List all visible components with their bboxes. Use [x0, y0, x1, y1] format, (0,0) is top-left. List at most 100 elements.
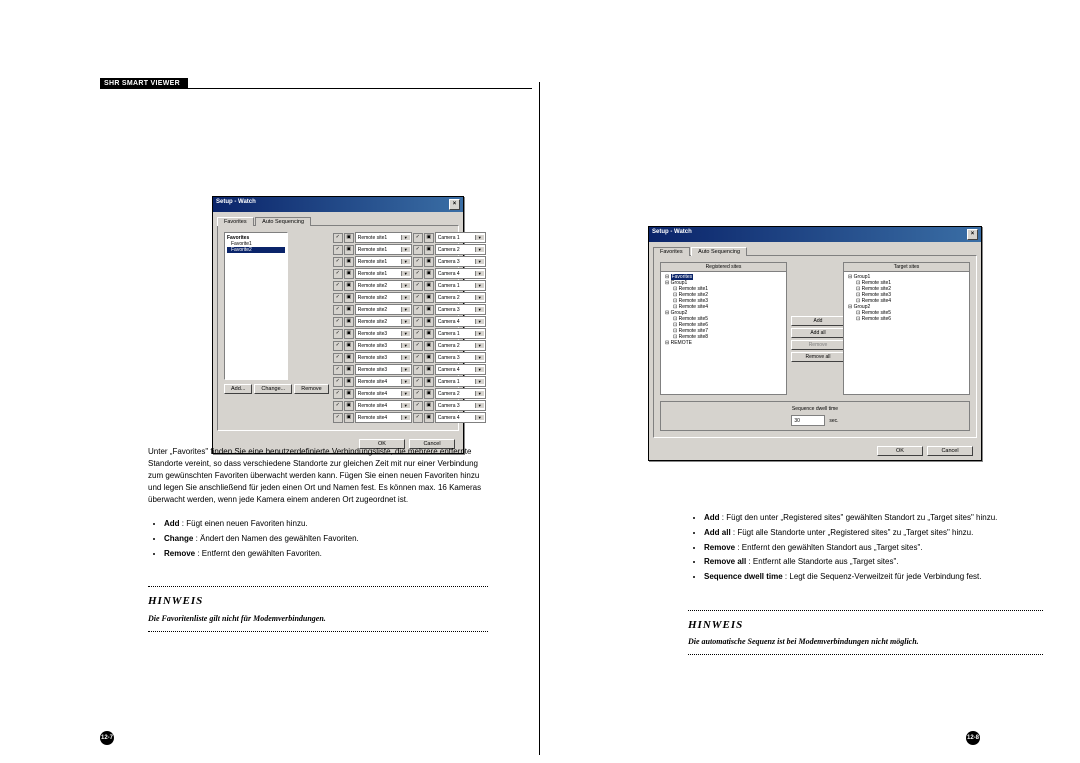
- enable-checkbox[interactable]: ✓: [413, 377, 423, 387]
- site-dropdown[interactable]: Remote site3▼: [355, 328, 412, 339]
- icon-button[interactable]: ▣: [344, 257, 354, 267]
- icon-button[interactable]: ▣: [344, 389, 354, 399]
- icon-button[interactable]: ▣: [344, 341, 354, 351]
- remove-all-button[interactable]: Remove all: [791, 352, 845, 362]
- camera-dropdown[interactable]: Camera 2▼: [435, 244, 486, 255]
- site-dropdown[interactable]: Remote site4▼: [355, 376, 412, 387]
- icon-button[interactable]: ▣: [424, 353, 434, 363]
- enable-checkbox[interactable]: ✓: [333, 269, 343, 279]
- remove-button[interactable]: Remove: [294, 384, 328, 394]
- enable-checkbox[interactable]: ✓: [333, 401, 343, 411]
- icon-button[interactable]: ▣: [424, 233, 434, 243]
- icon-button[interactable]: ▣: [424, 293, 434, 303]
- cancel-button[interactable]: Cancel: [927, 446, 973, 456]
- icon-button[interactable]: ▣: [344, 233, 354, 243]
- close-icon[interactable]: ×: [449, 199, 460, 210]
- enable-checkbox[interactable]: ✓: [413, 245, 423, 255]
- icon-button[interactable]: ▣: [344, 401, 354, 411]
- dwell-value-input[interactable]: 30: [791, 415, 825, 426]
- enable-checkbox[interactable]: ✓: [413, 413, 423, 423]
- enable-checkbox[interactable]: ✓: [413, 389, 423, 399]
- camera-dropdown[interactable]: Camera 1▼: [435, 328, 486, 339]
- icon-button[interactable]: ▣: [344, 329, 354, 339]
- enable-checkbox[interactable]: ✓: [333, 353, 343, 363]
- icon-button[interactable]: ▣: [344, 305, 354, 315]
- camera-dropdown[interactable]: Camera 1▼: [435, 376, 486, 387]
- enable-checkbox[interactable]: ✓: [413, 293, 423, 303]
- icon-button[interactable]: ▣: [424, 413, 434, 423]
- registered-sites-tree[interactable]: ⊟ Favorites⊟ Group1⊡ Remote site1⊡ Remot…: [660, 271, 787, 395]
- enable-checkbox[interactable]: ✓: [333, 329, 343, 339]
- site-dropdown[interactable]: Remote site2▼: [355, 304, 412, 315]
- enable-checkbox[interactable]: ✓: [333, 257, 343, 267]
- site-dropdown[interactable]: Remote site1▼: [355, 256, 412, 267]
- enable-checkbox[interactable]: ✓: [333, 281, 343, 291]
- tab-favorites[interactable]: Favorites: [217, 217, 254, 226]
- icon-button[interactable]: ▣: [344, 269, 354, 279]
- site-dropdown[interactable]: Remote site3▼: [355, 364, 412, 375]
- close-icon[interactable]: ×: [967, 229, 978, 240]
- camera-dropdown[interactable]: Camera 4▼: [435, 268, 486, 279]
- camera-dropdown[interactable]: Camera 3▼: [435, 352, 486, 363]
- enable-checkbox[interactable]: ✓: [413, 233, 423, 243]
- enable-checkbox[interactable]: ✓: [333, 245, 343, 255]
- icon-button[interactable]: ▣: [424, 401, 434, 411]
- site-dropdown[interactable]: Remote site1▼: [355, 232, 412, 243]
- favorite-item[interactable]: Favorite2: [227, 247, 285, 253]
- icon-button[interactable]: ▣: [424, 341, 434, 351]
- icon-button[interactable]: ▣: [344, 281, 354, 291]
- change-button[interactable]: Change...: [254, 384, 292, 394]
- target-sites-tree[interactable]: ⊟ Group1⊡ Remote site1⊡ Remote site2⊡ Re…: [843, 271, 970, 395]
- enable-checkbox[interactable]: ✓: [333, 293, 343, 303]
- camera-dropdown[interactable]: Camera 4▼: [435, 316, 486, 327]
- icon-button[interactable]: ▣: [424, 329, 434, 339]
- icon-button[interactable]: ▣: [424, 305, 434, 315]
- site-dropdown[interactable]: Remote site1▼: [355, 244, 412, 255]
- enable-checkbox[interactable]: ✓: [413, 341, 423, 351]
- site-dropdown[interactable]: Remote site4▼: [355, 412, 412, 423]
- camera-dropdown[interactable]: Camera 3▼: [435, 400, 486, 411]
- icon-button[interactable]: ▣: [424, 245, 434, 255]
- enable-checkbox[interactable]: ✓: [413, 401, 423, 411]
- icon-button[interactable]: ▣: [424, 389, 434, 399]
- enable-checkbox[interactable]: ✓: [413, 353, 423, 363]
- camera-dropdown[interactable]: Camera 3▼: [435, 304, 486, 315]
- camera-dropdown[interactable]: Camera 3▼: [435, 256, 486, 267]
- tree-item[interactable]: ⊡ Remote site6: [846, 316, 967, 322]
- site-dropdown[interactable]: Remote site4▼: [355, 400, 412, 411]
- remove-button[interactable]: Remove: [791, 340, 845, 350]
- icon-button[interactable]: ▣: [344, 317, 354, 327]
- site-dropdown[interactable]: Remote site3▼: [355, 352, 412, 363]
- icon-button[interactable]: ▣: [424, 317, 434, 327]
- add-button[interactable]: Add...: [224, 384, 252, 394]
- tree-item[interactable]: ⊟ REMOTE: [663, 340, 784, 346]
- enable-checkbox[interactable]: ✓: [413, 269, 423, 279]
- icon-button[interactable]: ▣: [424, 257, 434, 267]
- enable-checkbox[interactable]: ✓: [333, 341, 343, 351]
- icon-button[interactable]: ▣: [424, 365, 434, 375]
- enable-checkbox[interactable]: ✓: [413, 305, 423, 315]
- add-all-button[interactable]: Add all: [791, 328, 845, 338]
- enable-checkbox[interactable]: ✓: [333, 365, 343, 375]
- ok-button[interactable]: OK: [877, 446, 923, 456]
- site-dropdown[interactable]: Remote site3▼: [355, 340, 412, 351]
- icon-button[interactable]: ▣: [344, 245, 354, 255]
- icon-button[interactable]: ▣: [424, 281, 434, 291]
- tab-auto-sequencing[interactable]: Auto Sequencing: [691, 247, 747, 256]
- enable-checkbox[interactable]: ✓: [413, 329, 423, 339]
- site-dropdown[interactable]: Remote site2▼: [355, 292, 412, 303]
- icon-button[interactable]: ▣: [424, 377, 434, 387]
- enable-checkbox[interactable]: ✓: [333, 389, 343, 399]
- tab-auto-sequencing[interactable]: Auto Sequencing: [255, 217, 311, 226]
- enable-checkbox[interactable]: ✓: [333, 305, 343, 315]
- camera-dropdown[interactable]: Camera 2▼: [435, 292, 486, 303]
- site-dropdown[interactable]: Remote site2▼: [355, 316, 412, 327]
- icon-button[interactable]: ▣: [344, 365, 354, 375]
- camera-dropdown[interactable]: Camera 2▼: [435, 388, 486, 399]
- icon-button[interactable]: ▣: [344, 377, 354, 387]
- enable-checkbox[interactable]: ✓: [333, 413, 343, 423]
- site-dropdown[interactable]: Remote site2▼: [355, 280, 412, 291]
- tab-favorites[interactable]: Favorites: [653, 247, 690, 256]
- enable-checkbox[interactable]: ✓: [333, 377, 343, 387]
- camera-dropdown[interactable]: Camera 1▼: [435, 280, 486, 291]
